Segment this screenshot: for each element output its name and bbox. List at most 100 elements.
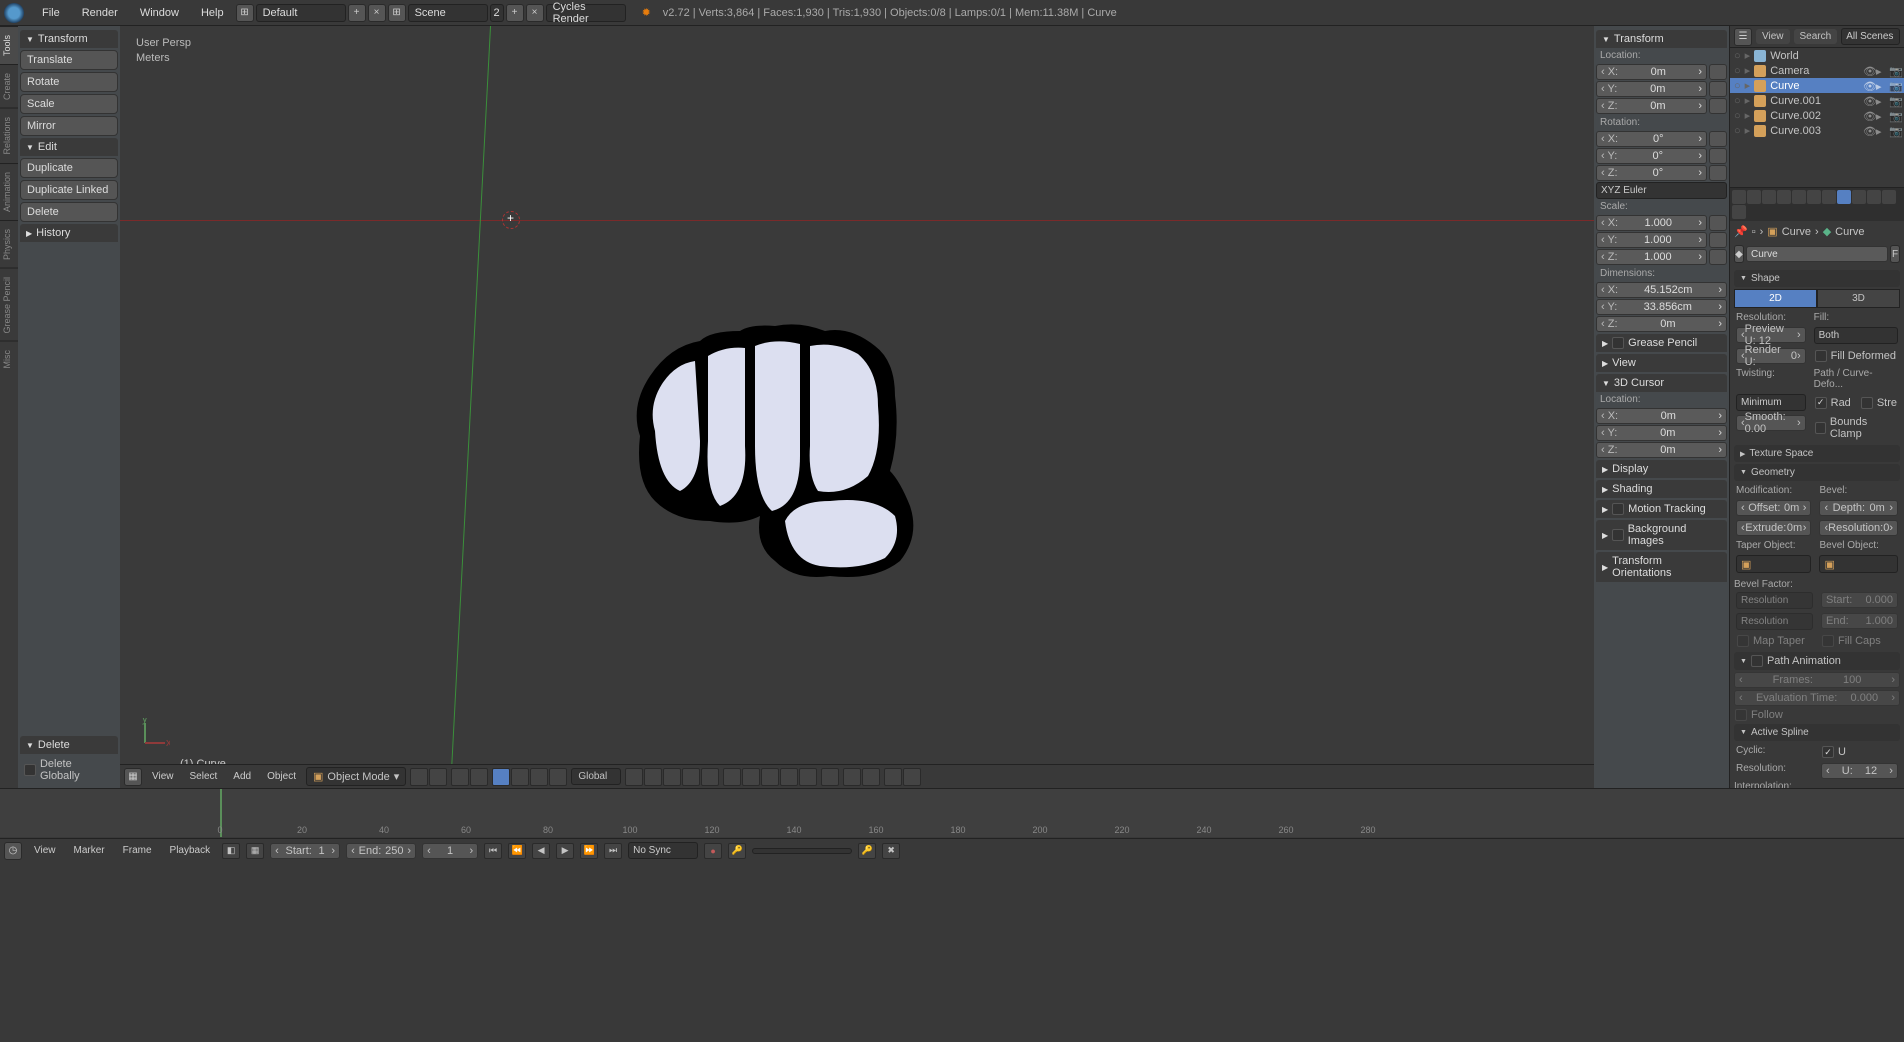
duplicate-button[interactable]: Duplicate xyxy=(20,158,118,178)
tl-view[interactable]: View xyxy=(28,843,62,858)
manipulator-rotate-icon[interactable] xyxy=(530,768,548,786)
manipulator-translate-icon[interactable] xyxy=(511,768,529,786)
key-next-icon[interactable]: ⏩ xyxy=(580,843,598,859)
layer-btn-3[interactable] xyxy=(663,768,681,786)
keying-set-field[interactable] xyxy=(752,848,852,854)
loc-z[interactable]: ‹ Z:0m› xyxy=(1596,98,1707,114)
bf-res2[interactable]: Resolution xyxy=(1736,613,1813,630)
ptab-material[interactable] xyxy=(1852,190,1866,204)
tl-end[interactable]: ‹End:250› xyxy=(346,843,416,859)
vh-view[interactable]: View xyxy=(146,769,180,784)
curve-object-fist[interactable] xyxy=(600,316,940,586)
loc-x[interactable]: ‹ X:0m› xyxy=(1596,64,1707,80)
cursor-z[interactable]: ‹ Z:0m› xyxy=(1596,442,1727,458)
loc-y[interactable]: ‹ Y:0m› xyxy=(1596,81,1707,97)
scale-z[interactable]: ‹ Z:1.000› xyxy=(1596,249,1707,265)
ptab-physics[interactable] xyxy=(1732,205,1746,219)
radius-check[interactable] xyxy=(1815,397,1827,409)
outliner-item-curve-003[interactable]: ○▸Curve.003👁▸📷 xyxy=(1730,123,1904,138)
lock-scale-z-icon[interactable] xyxy=(1709,249,1727,265)
tab-tools[interactable]: Tools xyxy=(0,26,18,64)
ptab-scene[interactable] xyxy=(1762,190,1776,204)
layer-btn-9[interactable] xyxy=(780,768,798,786)
geo-extrude[interactable]: ‹Extrude:0m› xyxy=(1736,520,1811,536)
active-spline-header[interactable]: Active Spline xyxy=(1734,724,1900,741)
history-panel-header[interactable]: History xyxy=(20,224,118,242)
n-display-header[interactable]: Display xyxy=(1596,460,1727,478)
scene-browse-icon[interactable]: ⊞ xyxy=(388,4,406,22)
timeline-ruler[interactable]: 020406080100120140160180200220240260280 xyxy=(0,789,1904,837)
ptab-texture[interactable] xyxy=(1867,190,1881,204)
vh-select[interactable]: Select xyxy=(184,769,224,784)
rotate-button[interactable]: Rotate xyxy=(20,72,118,92)
outliner-filter[interactable]: All Scenes xyxy=(1841,28,1900,45)
pa-follow-check[interactable] xyxy=(1735,709,1747,721)
outliner-editor-icon[interactable]: ☰ xyxy=(1734,28,1752,46)
lock-loc-x-icon[interactable] xyxy=(1709,64,1727,80)
shape-2d-btn[interactable]: 2D xyxy=(1734,289,1817,308)
blender-logo-icon[interactable] xyxy=(4,3,24,23)
pivot-median-icon[interactable] xyxy=(470,768,488,786)
screen-layout-icon[interactable]: ⊞ xyxy=(236,4,254,22)
cursor-x[interactable]: ‹ X:0m› xyxy=(1596,408,1727,424)
taper-object-field[interactable]: ▣ xyxy=(1736,555,1811,573)
twist-method[interactable]: Minimum xyxy=(1736,394,1806,411)
curve-name-field[interactable] xyxy=(1746,246,1888,262)
map-taper-check[interactable] xyxy=(1737,635,1749,647)
n-view-header[interactable]: View xyxy=(1596,354,1727,372)
menu-help[interactable]: Help xyxy=(191,3,234,23)
tab-relations[interactable]: Relations xyxy=(0,108,18,163)
layer-btn-7[interactable] xyxy=(742,768,760,786)
delete-globally-checkbox[interactable] xyxy=(24,764,36,776)
outliner-search[interactable]: Search xyxy=(1794,29,1838,44)
rot-y[interactable]: ‹ Y:0°› xyxy=(1596,148,1707,164)
tl-marker[interactable]: Marker xyxy=(68,843,111,858)
curve-data-browse-icon[interactable]: ◆ xyxy=(1734,245,1744,263)
fill-caps-check[interactable] xyxy=(1822,635,1834,647)
bf-res1[interactable]: Resolution xyxy=(1736,592,1813,609)
ptab-layers[interactable] xyxy=(1747,190,1761,204)
ptab-world[interactable] xyxy=(1777,190,1791,204)
fake-user-btn[interactable]: F xyxy=(1890,245,1900,263)
layer-btn-5[interactable] xyxy=(701,768,719,786)
dim-z[interactable]: ‹ Z:0m› xyxy=(1596,316,1727,332)
tl-playback[interactable]: Playback xyxy=(164,843,217,858)
edit-panel-header[interactable]: Edit xyxy=(20,138,118,156)
bounds-clamp-check[interactable] xyxy=(1815,422,1826,434)
play-rev-icon[interactable]: ◀ xyxy=(532,843,550,859)
shading-wire-icon[interactable] xyxy=(429,768,447,786)
n-motion-header[interactable]: Motion Tracking xyxy=(1596,500,1727,518)
texture-space-header[interactable]: Texture Space xyxy=(1734,445,1900,462)
lock-rot-y-icon[interactable] xyxy=(1709,148,1727,164)
lock-camera-icon[interactable] xyxy=(821,768,839,786)
scale-y[interactable]: ‹ Y:1.000› xyxy=(1596,232,1707,248)
layer-btn-1[interactable] xyxy=(625,768,643,786)
tl-lock-icon[interactable]: ▦ xyxy=(246,843,264,859)
autokey-icon[interactable]: ● xyxy=(704,843,722,859)
lock-rot-x-icon[interactable] xyxy=(1709,131,1727,147)
lock-rot-z-icon[interactable] xyxy=(1709,165,1727,181)
lock-scale-y-icon[interactable] xyxy=(1709,232,1727,248)
scene-selector[interactable]: Scene xyxy=(408,4,488,22)
ptab-object[interactable] xyxy=(1792,190,1806,204)
vh-object[interactable]: Object xyxy=(261,769,302,784)
menu-window[interactable]: Window xyxy=(130,3,189,23)
ptab-constraints[interactable] xyxy=(1807,190,1821,204)
layer-btn-8[interactable] xyxy=(761,768,779,786)
layer-btn-4[interactable] xyxy=(682,768,700,786)
ptab-render[interactable] xyxy=(1732,190,1746,204)
stretch-check[interactable] xyxy=(1861,397,1873,409)
fill-deformed-check[interactable] xyxy=(1815,350,1827,362)
shape-3d-btn[interactable]: 3D xyxy=(1817,289,1900,308)
cursor-y[interactable]: ‹ Y:0m› xyxy=(1596,425,1727,441)
scale-button[interactable]: Scale xyxy=(20,94,118,114)
tl-frame[interactable]: Frame xyxy=(117,843,158,858)
tl-current[interactable]: ‹1› xyxy=(422,843,478,859)
bf-end[interactable]: End:1.000 xyxy=(1821,613,1898,629)
tab-create[interactable]: Create xyxy=(0,64,18,108)
add-scene-icon[interactable]: + xyxy=(506,4,524,22)
add-layout-icon[interactable]: + xyxy=(348,4,366,22)
n-grease-header[interactable]: Grease Pencil xyxy=(1596,334,1727,352)
outliner-view[interactable]: View xyxy=(1756,29,1790,44)
pin-icon[interactable]: 📌 xyxy=(1734,225,1748,238)
